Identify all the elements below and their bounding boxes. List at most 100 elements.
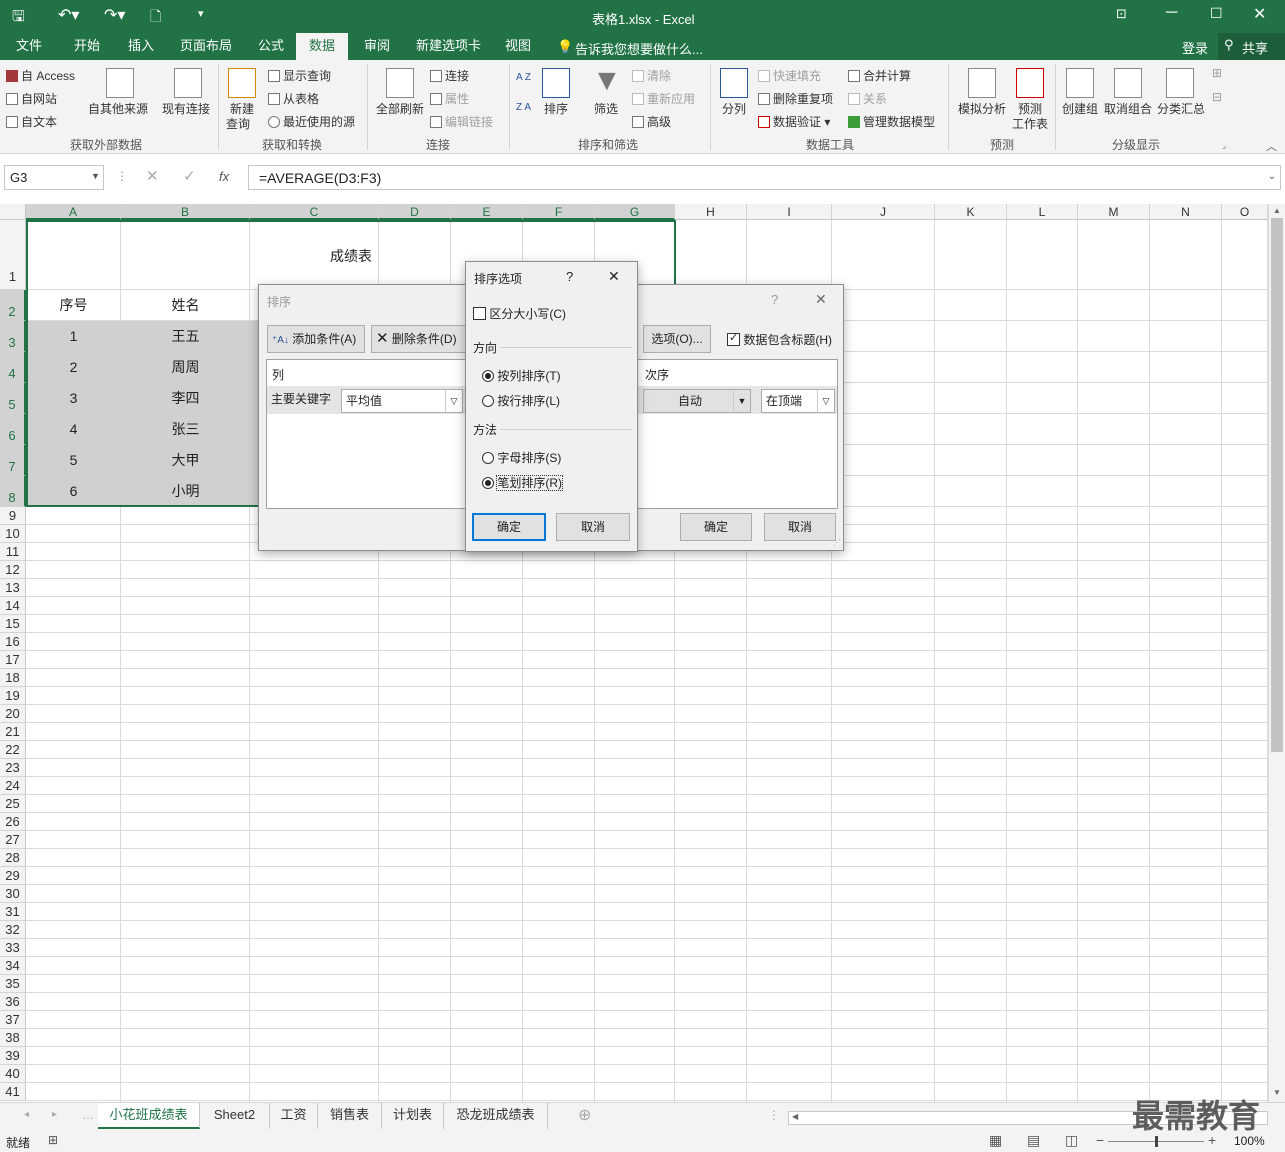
refresh-all-button[interactable]: 全部刷新: [376, 100, 424, 117]
row-header[interactable]: 6: [0, 414, 26, 445]
delete-condition-button[interactable]: ✕ 删除条件(D): [371, 325, 467, 353]
name-box-dropdown-icon[interactable]: ▼: [91, 171, 100, 181]
column-header[interactable]: E: [451, 204, 523, 220]
options-help-icon[interactable]: ?: [566, 269, 573, 284]
row-header[interactable]: 27: [0, 831, 26, 849]
show-detail-icon[interactable]: ⊞: [1212, 66, 1222, 80]
tab-home[interactable]: 开始: [72, 33, 102, 60]
row-header[interactable]: 17: [0, 651, 26, 669]
row-header[interactable]: 35: [0, 975, 26, 993]
close-icon[interactable]: ✕: [1253, 4, 1266, 24]
sort-cancel-button[interactable]: 取消: [764, 513, 836, 541]
options-cancel-button[interactable]: 取消: [556, 513, 630, 541]
row-header[interactable]: 18: [0, 669, 26, 687]
data-cell-index[interactable]: 3: [26, 383, 121, 414]
row-header[interactable]: 33: [0, 939, 26, 957]
page-layout-view-icon[interactable]: ▤: [1027, 1132, 1040, 1149]
row-header[interactable]: 14: [0, 597, 26, 615]
connections-button[interactable]: 连接: [430, 67, 469, 84]
redo-icon[interactable]: ↷▾: [104, 5, 125, 25]
has-header-checkbox[interactable]: ✓ 数据包含标题(H): [727, 331, 832, 348]
sort-button[interactable]: 排序: [544, 100, 568, 117]
tab-new[interactable]: 新建选项卡: [414, 33, 483, 60]
sort-ok-button[interactable]: 确定: [680, 513, 752, 541]
qat-customize-icon[interactable]: ▾: [198, 7, 204, 20]
data-cell-index[interactable]: 4: [26, 414, 121, 445]
scroll-up-icon[interactable]: ▲: [1273, 206, 1281, 215]
row-header[interactable]: 38: [0, 1029, 26, 1047]
row-header[interactable]: 26: [0, 813, 26, 831]
tab-file[interactable]: 文件: [14, 33, 44, 60]
scroll-down-icon[interactable]: ▼: [1273, 1088, 1281, 1097]
row-header[interactable]: 10: [0, 525, 26, 543]
row-header[interactable]: 28: [0, 849, 26, 867]
column-header[interactable]: G: [595, 204, 675, 220]
row-header[interactable]: 40: [0, 1065, 26, 1083]
text-to-columns-button[interactable]: 分列: [722, 100, 746, 117]
options-close-icon[interactable]: ✕: [608, 268, 620, 285]
hscroll-grip-icon[interactable]: ⋮: [768, 1108, 780, 1122]
expand-formula-icon[interactable]: ⌄: [1268, 171, 1276, 182]
prev-sheet-icon[interactable]: ◂: [24, 1109, 29, 1120]
primary-key-select[interactable]: 平均值 ▽: [341, 389, 463, 413]
normal-view-icon[interactable]: ▦: [989, 1132, 1002, 1149]
row-header[interactable]: 15: [0, 615, 26, 633]
column-header[interactable]: I: [747, 204, 832, 220]
minimize-icon[interactable]: ─: [1166, 4, 1177, 22]
row-header[interactable]: 7: [0, 445, 26, 476]
properties-button[interactable]: 属性: [430, 90, 469, 107]
zoom-level[interactable]: 100%: [1234, 1134, 1265, 1148]
column-header[interactable]: C: [250, 204, 379, 220]
tab-formulas[interactable]: 公式: [256, 33, 286, 60]
tab-view[interactable]: 视图: [503, 33, 533, 60]
data-cell-index[interactable]: 6: [26, 476, 121, 507]
row-header[interactable]: 20: [0, 705, 26, 723]
tell-me-input[interactable]: 告诉我您想要做什么...: [575, 39, 703, 58]
data-cell-index[interactable]: 2: [26, 352, 121, 383]
row-header[interactable]: 30: [0, 885, 26, 903]
data-cell-name[interactable]: 张三: [121, 414, 250, 445]
row-header[interactable]: 37: [0, 1011, 26, 1029]
options-ok-button[interactable]: 确定: [472, 513, 546, 541]
column-header[interactable]: H: [675, 204, 747, 220]
select-all-corner[interactable]: [0, 204, 26, 220]
new-file-icon[interactable]: 🗋: [150, 6, 161, 30]
advanced-button[interactable]: 高级: [632, 113, 671, 130]
sort-az-icon[interactable]: A Z: [516, 72, 531, 83]
row-header[interactable]: 2: [0, 290, 26, 321]
column-header[interactable]: B: [121, 204, 250, 220]
case-sensitive-checkbox[interactable]: 区分大小写(C): [473, 305, 566, 322]
tabs-more-icon[interactable]: …: [82, 1108, 94, 1122]
vertical-scrollbar[interactable]: ▲ ▼: [1268, 204, 1285, 1102]
scroll-thumb[interactable]: [1271, 218, 1283, 752]
macro-record-icon[interactable]: ⊞: [48, 1133, 58, 1147]
subtotal-button[interactable]: 分类汇总: [1157, 100, 1205, 117]
row-header[interactable]: 1: [0, 220, 26, 290]
tab-data[interactable]: 数据: [296, 33, 349, 60]
manage-data-model-button[interactable]: 管理数据模型: [848, 113, 935, 130]
row-header[interactable]: 39: [0, 1047, 26, 1065]
row-header[interactable]: 19: [0, 687, 26, 705]
row-header[interactable]: 41: [0, 1083, 26, 1101]
column-header[interactable]: N: [1150, 204, 1222, 220]
column-header[interactable]: A: [26, 204, 121, 220]
row-header[interactable]: 3: [0, 321, 26, 352]
save-icon[interactable]: 🖫: [12, 6, 25, 31]
maximize-icon[interactable]: ☐: [1210, 5, 1223, 22]
row-header[interactable]: 9: [0, 507, 26, 525]
by-column-radio[interactable]: 按列排序(T): [482, 367, 561, 384]
order-select[interactable]: 在顶端 ▽: [761, 389, 835, 413]
add-sheet-icon[interactable]: ⊕: [578, 1105, 591, 1125]
dialog-launcher-icon[interactable]: ⌟: [1222, 140, 1226, 151]
data-cell-index[interactable]: 5: [26, 445, 121, 476]
column-header[interactable]: L: [1007, 204, 1078, 220]
row-header[interactable]: 31: [0, 903, 26, 921]
data-cell-name[interactable]: 小明: [121, 476, 250, 507]
recent-sources-button[interactable]: 最近使用的源: [268, 113, 355, 130]
header-cell-name[interactable]: 姓名: [121, 290, 250, 321]
login-link[interactable]: 登录: [1182, 38, 1208, 57]
zoom-slider-thumb[interactable]: [1155, 1136, 1158, 1147]
sort-on-select[interactable]: 自动 ▼: [643, 389, 751, 413]
data-cell-index[interactable]: 1: [26, 321, 121, 352]
resize-grip-icon[interactable]: ⋰: [833, 538, 841, 547]
